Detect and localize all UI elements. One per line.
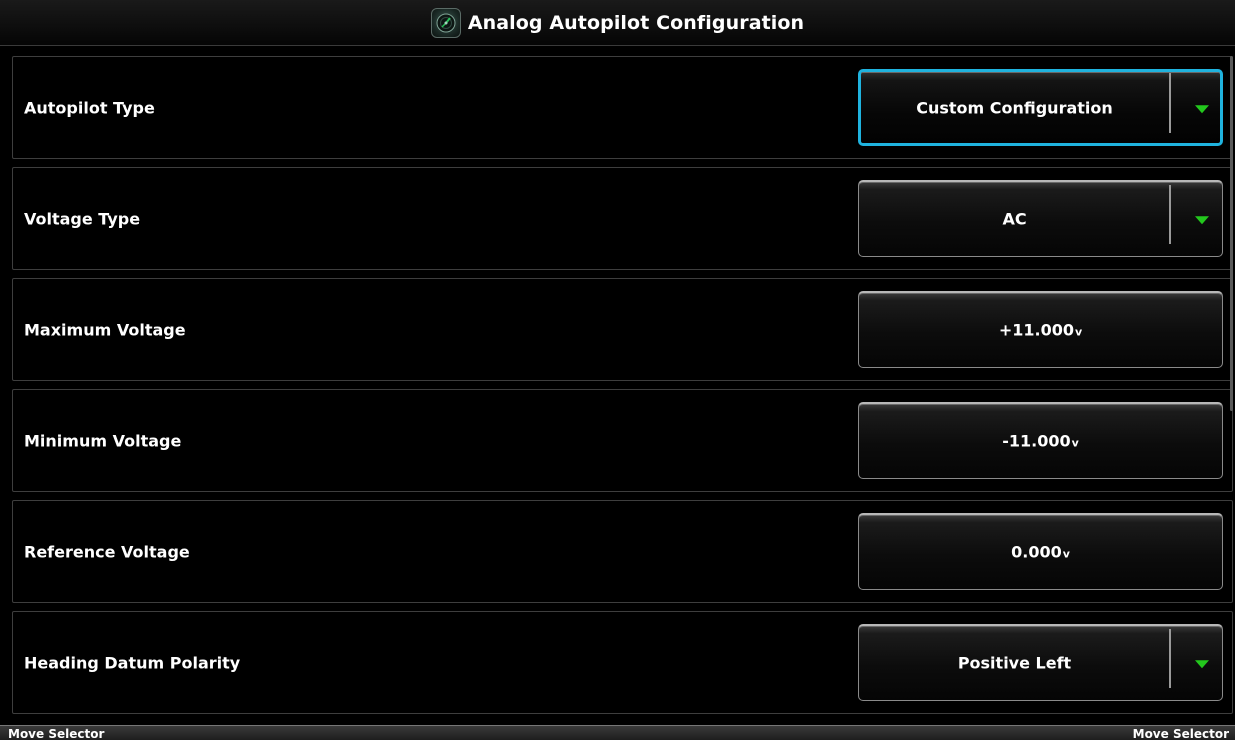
row-maximum-voltage: Maximum Voltage +11.000v	[12, 278, 1233, 381]
heading-datum-polarity-value: Positive Left	[957, 653, 1072, 673]
field-divider	[1169, 73, 1171, 133]
heading-datum-polarity-label: Heading Datum Polarity	[24, 653, 241, 672]
minimum-voltage-readout: -11.000v	[859, 432, 1222, 451]
gauge-icon	[430, 7, 461, 38]
move-selector-right-button[interactable]: Move Selector	[1133, 727, 1229, 740]
autopilot-type-label: Autopilot Type	[24, 98, 155, 117]
row-minimum-voltage: Minimum Voltage -11.000v	[12, 389, 1233, 492]
row-reference-voltage: Reference Voltage 0.000v	[12, 500, 1233, 603]
field-divider	[1169, 629, 1171, 688]
row-autopilot-type: Autopilot Type Custom Configuration	[12, 56, 1233, 159]
minimum-voltage-value: -11.000	[1002, 431, 1071, 451]
voltage-unit: v	[1074, 325, 1083, 339]
voltage-type-dropdown[interactable]: AC	[858, 180, 1223, 257]
chevron-down-icon[interactable]	[1195, 216, 1209, 225]
minimum-voltage-input[interactable]: -11.000v	[858, 402, 1223, 479]
chevron-down-icon[interactable]	[1195, 104, 1209, 113]
voltage-unit: v	[1062, 547, 1070, 561]
voltage-type-value: AC	[1002, 209, 1027, 229]
scrollbar[interactable]	[1230, 56, 1233, 411]
maximum-voltage-input[interactable]: +11.000v	[858, 291, 1223, 368]
voltage-type-label: Voltage Type	[24, 209, 141, 228]
maximum-voltage-readout: +11.000v	[859, 321, 1222, 340]
heading-datum-polarity-dropdown[interactable]: Positive Left	[858, 624, 1223, 701]
maximum-voltage-value: +11.000	[998, 320, 1074, 340]
row-voltage-type: Voltage Type AC	[12, 167, 1233, 270]
reference-voltage-readout: 0.000v	[859, 543, 1222, 562]
row-heading-datum-polarity: Heading Datum Polarity Positive Left	[12, 611, 1233, 714]
reference-voltage-label: Reference Voltage	[24, 542, 190, 561]
title-bar: Analog Autopilot Configuration	[0, 0, 1235, 46]
autopilot-type-value: Custom Configuration	[916, 98, 1113, 117]
autopilot-type-dropdown[interactable]: Custom Configuration	[858, 69, 1223, 146]
softkey-bar: Move Selector Move Selector	[0, 725, 1235, 740]
reference-voltage-value: 0.000	[1011, 542, 1062, 562]
page-title: Analog Autopilot Configuration	[467, 11, 805, 34]
autopilot-config-screen: Analog Autopilot Configuration Autopilot…	[0, 0, 1235, 740]
maximum-voltage-label: Maximum Voltage	[24, 320, 186, 339]
voltage-unit: v	[1071, 436, 1079, 450]
move-selector-left-button[interactable]: Move Selector	[8, 727, 104, 740]
reference-voltage-input[interactable]: 0.000v	[858, 513, 1223, 590]
minimum-voltage-label: Minimum Voltage	[24, 431, 182, 450]
field-divider	[1169, 185, 1171, 244]
chevron-down-icon[interactable]	[1195, 660, 1209, 669]
